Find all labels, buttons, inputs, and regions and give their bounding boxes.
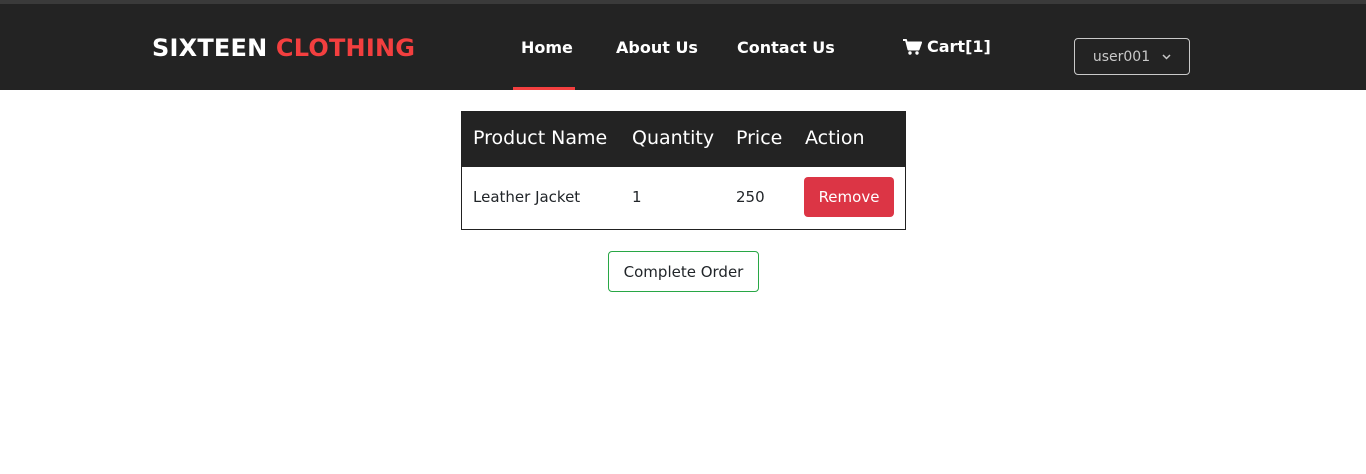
navbar: SIXTEEN CLOTHING Home About Us Contact U…	[0, 4, 1366, 90]
user-dropdown-button[interactable]: user001	[1074, 38, 1190, 75]
remove-button[interactable]: Remove	[804, 177, 894, 217]
nav-home-link[interactable]: Home	[521, 38, 573, 57]
cell-quantity: 1	[632, 188, 642, 206]
cart-link[interactable]: Cart[1]	[903, 37, 991, 56]
chevron-down-icon	[1162, 53, 1171, 60]
header-action: Action	[805, 127, 865, 149]
header-quantity: Quantity	[632, 127, 715, 149]
cart-label: Cart[1]	[927, 37, 991, 56]
active-nav-indicator	[513, 87, 575, 90]
cell-product-name: Leather Jacket	[473, 188, 581, 206]
complete-order-button[interactable]: Complete Order	[608, 251, 759, 292]
nav-contact-link[interactable]: Contact Us	[737, 38, 835, 57]
nav-about-link[interactable]: About Us	[616, 38, 698, 57]
cart-table: Product Name Quantity Price Action Leath…	[461, 111, 906, 230]
brand-logo[interactable]: SIXTEEN CLOTHING	[152, 34, 415, 62]
cart-icon	[903, 38, 922, 55]
brand-name-part2: CLOTHING	[275, 34, 416, 62]
user-name: user001	[1092, 48, 1151, 65]
header-product-name: Product Name	[473, 127, 608, 149]
header-price: Price	[736, 127, 783, 149]
brand-name-part1: SIXTEEN	[152, 34, 276, 62]
cell-price: 250	[736, 188, 765, 206]
table-header: Product Name Quantity Price Action	[462, 112, 905, 167]
